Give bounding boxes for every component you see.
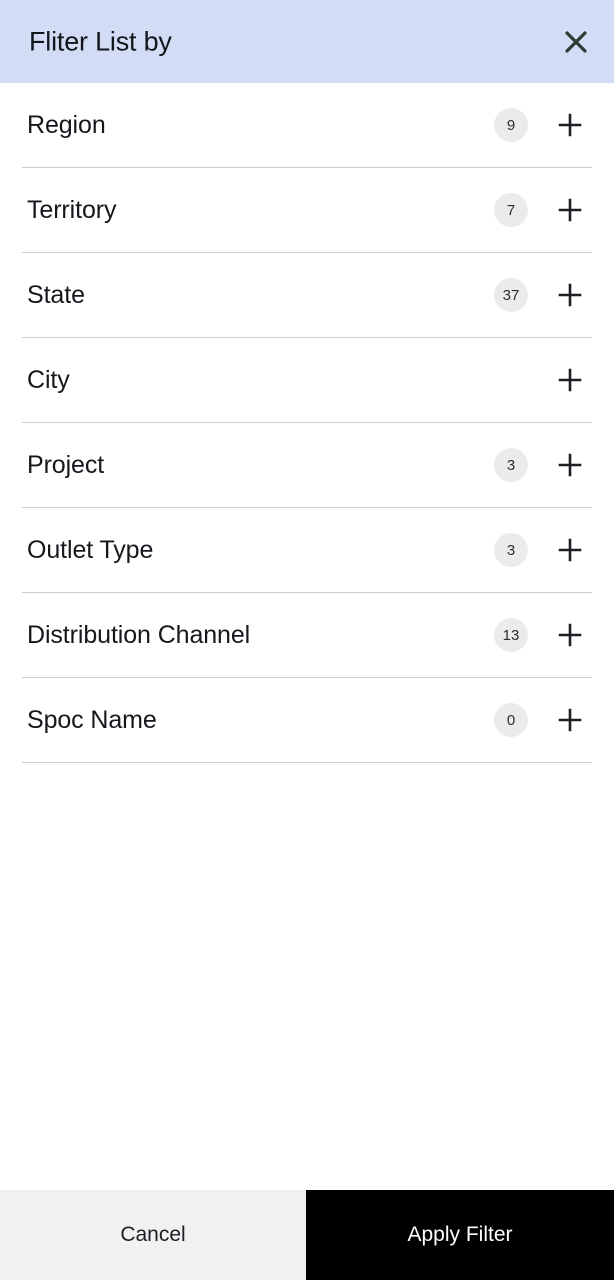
plus-icon [556,621,584,649]
filter-row[interactable]: State 37 [22,253,592,338]
page-title: Fliter List by [29,26,172,56]
filter-row-actions: 0 [494,678,592,762]
count-badge: 13 [494,618,528,652]
filter-row-actions: 37 [494,253,592,337]
filter-row[interactable]: Spoc Name 0 [22,678,592,763]
filter-row[interactable]: City [22,338,592,423]
count-badge: 9 [494,108,528,142]
filter-row[interactable]: Outlet Type 3 [22,508,592,593]
filter-row-actions: 7 [494,168,592,252]
cancel-button[interactable]: Cancel [0,1190,306,1280]
dialog-footer: Cancel Apply Filter [0,1190,614,1280]
plus-icon [556,366,584,394]
expand-filter-button[interactable] [548,528,592,572]
plus-icon [556,111,584,139]
filter-row[interactable]: Territory 7 [22,168,592,253]
filter-row-label: Spoc Name [27,705,157,734]
expand-filter-button[interactable] [548,358,592,402]
plus-icon [556,536,584,564]
filter-row-label: Distribution Channel [27,620,251,649]
expand-filter-button[interactable] [548,273,592,317]
dialog-header: Fliter List by [0,0,614,83]
filter-row[interactable]: Project 3 [22,423,592,508]
plus-icon [556,451,584,479]
count-badge: 3 [494,448,528,482]
count-badge: 0 [494,703,528,737]
filter-row-label: Region [27,110,106,139]
filter-row[interactable]: Distribution Channel 13 [22,593,592,678]
filter-dialog: Fliter List by Region 9 Territory 7 State 37 C… [0,0,614,1280]
plus-icon [556,196,584,224]
filter-row-actions: 3 [494,508,592,592]
plus-icon [556,706,584,734]
apply-filter-button[interactable]: Apply Filter [306,1190,614,1280]
filter-row-actions: 9 [494,83,592,167]
plus-icon [556,281,584,309]
filter-row-label: Project [27,450,105,479]
expand-filter-button[interactable] [548,698,592,742]
expand-filter-button[interactable] [548,613,592,657]
filter-row-label: Outlet Type [27,535,154,564]
filter-row-label: State [27,280,85,309]
close-icon [561,27,591,57]
count-badge: 3 [494,533,528,567]
close-button[interactable] [554,20,598,64]
count-badge: 7 [494,193,528,227]
filter-row-actions [494,338,592,422]
filter-list: Region 9 Territory 7 State 37 City Project 3 Outl… [0,83,614,1190]
expand-filter-button[interactable] [548,103,592,147]
filter-row-label: City [27,365,70,394]
filter-row[interactable]: Region 9 [22,83,592,168]
expand-filter-button[interactable] [548,188,592,232]
expand-filter-button[interactable] [548,443,592,487]
filter-row-label: Territory [27,195,117,224]
count-badge: 37 [494,278,528,312]
filter-row-actions: 3 [494,423,592,507]
filter-row-actions: 13 [494,593,592,677]
